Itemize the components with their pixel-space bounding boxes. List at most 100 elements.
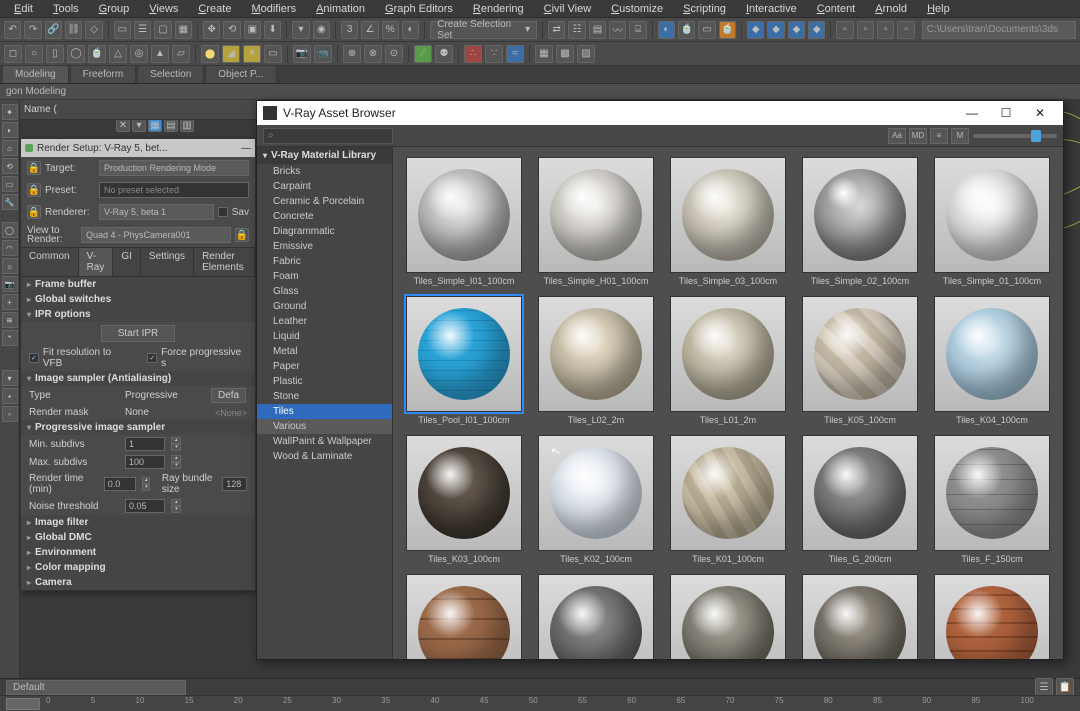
arnold-c-button[interactable]: ▫: [877, 21, 894, 39]
vab-thumb-tiles_b_130cm[interactable]: Tiles_B_130cm: [799, 574, 921, 659]
ribbon-tab-freeform[interactable]: Freeform: [70, 65, 137, 83]
cp-geo-icon[interactable]: ◯: [2, 222, 18, 238]
view-lock-icon[interactable]: 🔒: [235, 228, 249, 242]
main-menubar[interactable]: EditToolsGroupViewsCreateModifiersAnimat…: [0, 0, 1080, 18]
cp-shape-icon[interactable]: ◠: [2, 240, 18, 256]
pivot-button[interactable]: ◉: [313, 21, 330, 39]
rs-tab-gi[interactable]: GI: [113, 248, 141, 276]
status-script-icon[interactable]: 📋: [1056, 678, 1074, 696]
defaults-button[interactable]: Defa: [211, 388, 246, 403]
biped-button[interactable]: ⚉: [435, 45, 453, 63]
shape-pyramid-button[interactable]: ▲: [151, 45, 169, 63]
status-layers-icon[interactable]: ☰: [1035, 678, 1053, 696]
align-button[interactable]: ☷: [568, 21, 585, 39]
vab-category-ground[interactable]: Ground: [257, 299, 392, 314]
light-spot-button[interactable]: ◢: [222, 45, 240, 63]
shape-cone-button[interactable]: △: [109, 45, 127, 63]
renderer-lock-icon[interactable]: 🔒: [27, 205, 41, 219]
render-setup-button[interactable]: 🍵: [678, 21, 695, 39]
mini-toolbar[interactable]: ✕ ▾ ▦ ▤ ▥: [116, 118, 194, 132]
vab-category-liquid[interactable]: Liquid: [257, 329, 392, 344]
start-ipr-button[interactable]: Start IPR: [101, 325, 176, 342]
select-button[interactable]: ▭: [114, 21, 131, 39]
vab-thumb-tiles_k03_100cm[interactable]: Tiles_K03_100cm: [403, 435, 525, 564]
cp-utilities-icon[interactable]: 🔧: [2, 194, 18, 210]
menu-edit[interactable]: Edit: [4, 1, 43, 17]
menu-rendering[interactable]: Rendering: [463, 1, 534, 17]
vab-category-fabric[interactable]: Fabric: [257, 254, 392, 269]
spinner-snap-button[interactable]: ◐: [402, 21, 419, 39]
render-time-spinner[interactable]: 0.0: [104, 477, 136, 491]
unlink-button[interactable]: ⛓: [65, 21, 82, 39]
cp-motion-icon[interactable]: ⟲: [2, 158, 18, 174]
vab-thumb-tiles_l01_2m[interactable]: Tiles_L01_2m: [667, 296, 789, 425]
force-prog-checkbox[interactable]: ✓: [147, 353, 157, 363]
cp-helper-icon[interactable]: +: [2, 294, 18, 310]
shape-teapot-button[interactable]: 🍵: [88, 45, 106, 63]
project-path-box[interactable]: C:\Users\tran\Documents\3ds: [922, 21, 1076, 39]
vab-category-tree[interactable]: ▾V-Ray Material Library BricksCarpaintCe…: [257, 147, 393, 659]
vab-thumb-tiles_simple_03_100cm[interactable]: Tiles_Simple_03_100cm: [667, 157, 789, 286]
shape-box-button[interactable]: ◻: [4, 45, 22, 63]
renderer-dropdown[interactable]: V-Ray 5, beta 1: [99, 204, 214, 220]
rs-tab-common[interactable]: Common: [21, 248, 79, 276]
vab-category-leather[interactable]: Leather: [257, 314, 392, 329]
image-sampler-section[interactable]: ▾Image sampler (Antialiasing): [21, 371, 255, 386]
shape-tube-button[interactable]: ◎: [130, 45, 148, 63]
target-dropdown[interactable]: Production Rendering Mode: [99, 160, 249, 176]
cp-light-icon[interactable]: ☼: [2, 258, 18, 274]
cp-misc3-icon[interactable]: ▫: [2, 406, 18, 422]
angle-snap-button[interactable]: ∠: [361, 21, 378, 39]
vab-category-wallpaint-wallpaper[interactable]: WallPaint & Wallpaper: [257, 434, 392, 449]
vab-thumb-tiles_simple_02_100cm[interactable]: Tiles_Simple_02_100cm: [799, 157, 921, 286]
sys-b-button[interactable]: ▩: [556, 45, 574, 63]
vab-category-glass[interactable]: Glass: [257, 284, 392, 299]
menu-scripting[interactable]: Scripting: [673, 1, 736, 17]
arnold-a-button[interactable]: ▫: [836, 21, 853, 39]
vab-thumb-tiles_c_150cm[interactable]: Tiles_C_150cm: [667, 574, 789, 659]
timeline[interactable]: 0510152025303540455055606570758085909510…: [0, 695, 1080, 711]
mini-close-icon[interactable]: ✕: [116, 118, 130, 132]
min-subdivs-spinner[interactable]: 1: [125, 437, 165, 451]
shape-torus-button[interactable]: ◯: [67, 45, 85, 63]
particle-a-button[interactable]: ∴: [464, 45, 482, 63]
helper-c-button[interactable]: ⊙: [385, 45, 403, 63]
window-crossing-button[interactable]: ▦: [175, 21, 192, 39]
mini-lock-icon[interactable]: ▾: [132, 118, 146, 132]
vab-view-m[interactable]: M: [951, 128, 969, 144]
space-warp-button[interactable]: ≈: [506, 45, 524, 63]
ribbon-tab-modeling[interactable]: Modeling: [2, 65, 69, 83]
vab-thumb-tiles_k02_100cm[interactable]: Tiles_K02_100cm: [535, 435, 657, 564]
vab-category-tiles[interactable]: Tiles: [257, 404, 392, 419]
vab-thumb-tiles_k04_100cm[interactable]: Tiles_K04_100cm: [931, 296, 1053, 425]
place-button[interactable]: ⬇: [264, 21, 281, 39]
cam-free-button[interactable]: 📹: [314, 45, 332, 63]
vab-thumb-tiles_simple_i01_100cm[interactable]: Tiles_Simple_I01_100cm: [403, 157, 525, 286]
vab-thumbnail-grid[interactable]: Tiles_Simple_I01_100cmTiles_Simple_H01_1…: [393, 147, 1063, 659]
vab-category-concrete[interactable]: Concrete: [257, 209, 392, 224]
vray-a-button[interactable]: ◆: [747, 21, 764, 39]
render-setup-tabs[interactable]: CommonV-RayGISettingsRender Elements: [21, 247, 255, 277]
preset-lock-icon[interactable]: 🔒: [27, 183, 41, 197]
link-button[interactable]: 🔗: [45, 21, 62, 39]
vab-thumb-tiles_simple_01_100cm[interactable]: Tiles_Simple_01_100cm: [931, 157, 1053, 286]
render-setup-titlebar[interactable]: Render Setup: V-Ray 5, bet... —: [21, 139, 255, 157]
image-filter-section[interactable]: ▸Image filter: [21, 515, 255, 530]
vab-view-≡[interactable]: ≡: [930, 128, 948, 144]
target-lock-icon[interactable]: 🔒: [27, 161, 41, 175]
menu-create[interactable]: Create: [188, 1, 241, 17]
view-dropdown[interactable]: Quad 4 - PhysCamera001: [81, 227, 231, 243]
cp-hierarchy-icon[interactable]: ⌂: [2, 140, 18, 156]
selection-set-dropdown[interactable]: Create Selection Set ▾: [430, 21, 537, 39]
rotate-button[interactable]: ⟲: [223, 21, 240, 39]
light-direct-button[interactable]: ☀: [243, 45, 261, 63]
vab-close-button[interactable]: ✕: [1023, 101, 1057, 125]
save-checkbox[interactable]: [218, 207, 228, 217]
menu-customize[interactable]: Customize: [601, 1, 673, 17]
vab-thumb-tiles_f_150cm[interactable]: Tiles_F_150cm: [931, 435, 1053, 564]
menu-interactive[interactable]: Interactive: [736, 1, 807, 17]
percent-snap-button[interactable]: %: [382, 21, 399, 39]
frame-buffer-section[interactable]: ▸Frame buffer: [21, 277, 255, 292]
vab-search-input[interactable]: ⌕: [263, 128, 393, 144]
schematic-button[interactable]: ⌸: [629, 21, 646, 39]
